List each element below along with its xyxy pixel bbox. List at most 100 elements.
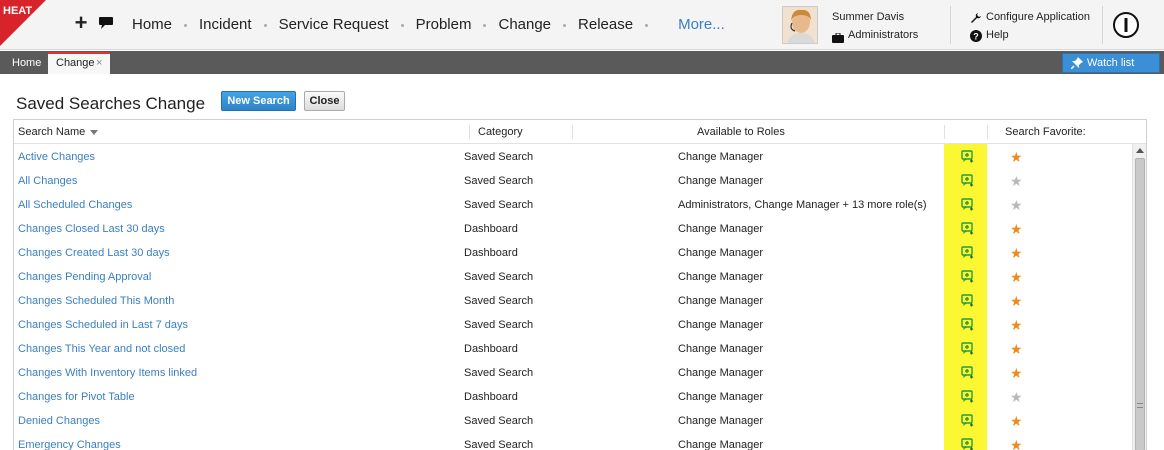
table-row[interactable]: Changes for Pivot Table Dashboard Change… [14,386,1132,410]
add-to-dashboard-icon[interactable] [960,198,974,212]
nav-release[interactable]: Release [566,14,645,36]
power-icon[interactable] [1113,12,1139,38]
add-to-dashboard-icon[interactable] [960,294,974,308]
search-name-link[interactable]: Changes Pending Approval [18,271,151,283]
configure-application-link[interactable]: Configure Application [986,11,1090,23]
header-divider [950,6,951,44]
add-to-dashboard-icon[interactable] [960,174,974,188]
search-name-link[interactable]: Emergency Changes [18,439,121,450]
column-separator[interactable] [572,125,573,139]
star-icon-favorited[interactable]: ★ [1010,366,1024,380]
star-icon-favorited[interactable]: ★ [1010,270,1024,284]
avatar[interactable] [782,6,818,44]
star-icon-favorited[interactable]: ★ [1010,318,1024,332]
user-role[interactable]: Administrators [848,29,918,41]
watch-list-label: Watch list [1087,57,1135,69]
search-name-link[interactable]: All Scheduled Changes [18,199,132,211]
table-row[interactable]: Active Changes Saved Search Change Manag… [14,146,1132,170]
roles-cell: Change Manager [678,343,764,355]
close-icon[interactable]: × [96,54,102,73]
roles-cell: Change Manager [678,175,764,187]
table-row[interactable]: Changes Closed Last 30 days Dashboard Ch… [14,218,1132,242]
grid-rows: Active Changes Saved Search Change Manag… [14,146,1132,450]
search-name-link[interactable]: Changes Scheduled in Last 7 days [18,319,188,331]
chat-icon[interactable] [98,16,114,30]
search-name-link[interactable]: Active Changes [18,151,95,163]
table-row[interactable]: All Changes Saved Search Change Manager … [14,170,1132,194]
nav-incident[interactable]: Incident [187,14,264,36]
search-name-link[interactable]: Changes Scheduled This Month [18,295,174,307]
star-icon-favorited[interactable]: ★ [1010,342,1024,356]
roles-cell: Change Manager [678,391,764,403]
nav-more[interactable]: More... [678,14,725,36]
star-icon[interactable]: ★ [1010,174,1024,188]
star-icon-favorited[interactable]: ★ [1010,222,1024,236]
column-separator[interactable] [469,125,470,139]
nav-change[interactable]: Change [486,14,563,36]
nav-problem[interactable]: Problem [404,14,484,36]
heat-logo[interactable]: HEAT [0,0,46,46]
nav-home[interactable]: Home [120,14,184,36]
add-to-dashboard-icon[interactable] [960,318,974,332]
column-separator[interactable] [944,125,945,139]
add-to-dashboard-icon[interactable] [960,390,974,404]
add-to-dashboard-icon[interactable] [960,150,974,164]
star-icon[interactable]: ★ [1010,390,1024,404]
add-to-dashboard-icon[interactable] [960,414,974,428]
new-search-button[interactable]: New Search [221,91,296,111]
column-separator[interactable] [987,125,988,139]
add-to-dashboard-icon[interactable] [960,438,974,450]
plus-icon[interactable]: + [72,12,90,34]
category-cell: Dashboard [464,391,518,403]
nav-service-request[interactable]: Service Request [267,14,401,36]
help-link[interactable]: Help [986,29,1009,41]
table-row[interactable]: Denied Changes Saved Search Change Manag… [14,410,1132,434]
search-name-link[interactable]: Changes Closed Last 30 days [18,223,165,235]
add-to-dashboard-icon[interactable] [960,342,974,356]
column-header-roles[interactable]: Available to Roles [697,126,785,138]
star-icon-favorited[interactable]: ★ [1010,414,1024,428]
add-to-dashboard-icon[interactable] [960,366,974,380]
table-row[interactable]: All Scheduled Changes Saved Search Admin… [14,194,1132,218]
column-header-search-name-label: Search Name [18,126,86,138]
table-row[interactable]: Changes Scheduled This Month Saved Searc… [14,290,1132,314]
tab-change[interactable]: Change × [48,52,110,74]
category-cell: Saved Search [464,415,534,427]
star-icon-favorited[interactable]: ★ [1010,438,1024,450]
column-header-search-name[interactable]: Search Name [18,126,99,138]
scrollbar-thumb[interactable] [1135,158,1145,450]
header-divider [1102,6,1103,44]
tab-change-label: Change [56,57,95,69]
search-name-link[interactable]: Changes for Pivot Table [18,391,135,403]
column-header-search-favorite[interactable]: Search Favorite: [1005,126,1086,138]
main-nav: Home Incident Service Request Problem Ch… [120,14,725,36]
watch-list-button[interactable]: Watch list [1062,53,1160,73]
add-to-dashboard-icon[interactable] [960,270,974,284]
category-cell: Saved Search [464,271,534,283]
vertical-scrollbar[interactable] [1132,144,1146,450]
sort-down-icon[interactable] [90,129,99,135]
add-to-dashboard-icon[interactable] [960,222,974,236]
star-icon-favorited[interactable]: ★ [1010,150,1024,164]
close-button[interactable]: Close [304,91,345,111]
table-row[interactable]: Changes This Year and not closed Dashboa… [14,338,1132,362]
star-icon-favorited[interactable]: ★ [1010,246,1024,260]
search-name-link[interactable]: All Changes [18,175,77,187]
table-row[interactable]: Changes Created Last 30 days Dashboard C… [14,242,1132,266]
user-name: Summer Davis [832,11,905,23]
scroll-up-arrow-icon[interactable] [1136,148,1144,153]
column-header-category[interactable]: Category [478,126,523,138]
table-row[interactable]: Changes Pending Approval Saved Search Ch… [14,266,1132,290]
add-to-dashboard-icon[interactable] [960,246,974,260]
table-row[interactable]: Emergency Changes Saved Search Change Ma… [14,434,1132,450]
search-name-link[interactable]: Denied Changes [18,415,100,427]
star-icon[interactable]: ★ [1010,198,1024,212]
table-row[interactable]: Changes Scheduled in Last 7 days Saved S… [14,314,1132,338]
search-name-link[interactable]: Changes This Year and not closed [18,343,185,355]
tab-home[interactable]: Home [4,53,49,74]
search-name-link[interactable]: Changes With Inventory Items linked [18,367,197,379]
star-icon-favorited[interactable]: ★ [1010,294,1024,308]
roles-cell: Change Manager [678,295,764,307]
table-row[interactable]: Changes With Inventory Items linked Save… [14,362,1132,386]
search-name-link[interactable]: Changes Created Last 30 days [18,247,170,259]
